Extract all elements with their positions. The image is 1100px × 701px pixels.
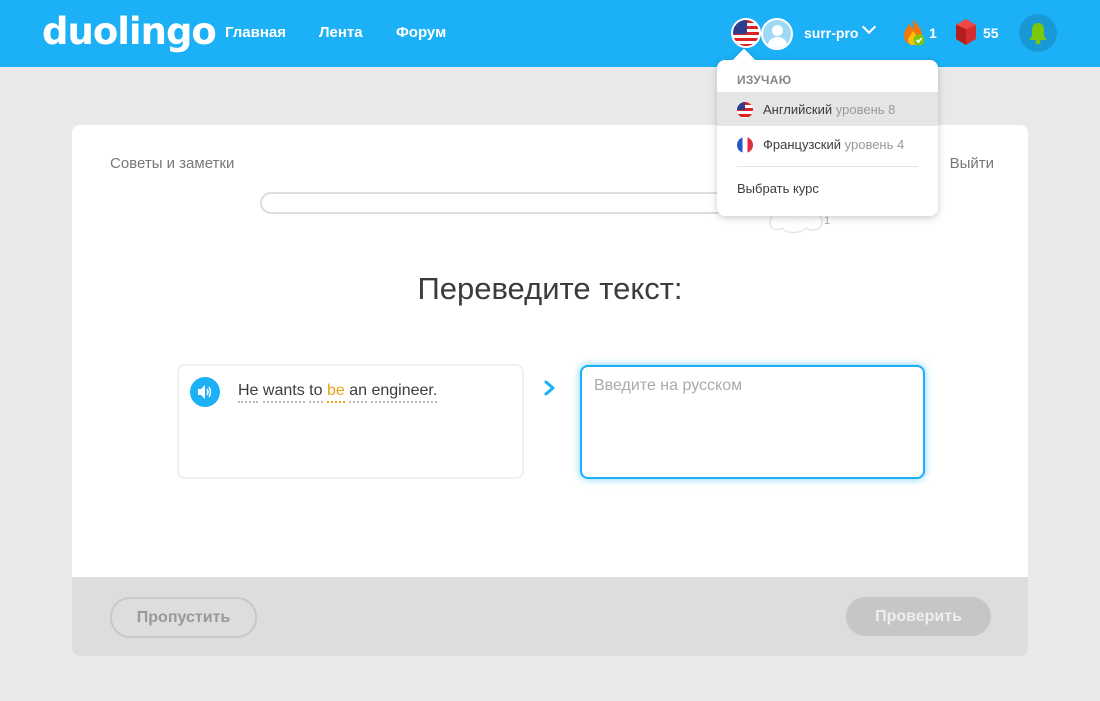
dropdown-header: ИЗУЧАЮ [737,73,792,87]
dropdown-divider [737,166,918,167]
answer-input[interactable] [580,365,925,479]
course-language: Английский [763,102,833,117]
progress-bar [260,192,780,214]
chevron-right-icon [544,380,555,396]
avatar-body [768,37,787,48]
source-sentence-box: He wants to be an engineer. [177,364,524,479]
streak-flame-icon[interactable] [900,17,926,47]
course-item-french[interactable]: Французский уровень 4 [717,127,938,161]
fr-flag-icon [737,137,753,153]
tips-link[interactable]: Советы и заметки [110,155,234,172]
us-flag-icon[interactable] [731,18,761,48]
skip-button[interactable]: Пропустить [110,597,257,638]
speaker-button[interactable] [190,377,220,407]
course-level: уровень 4 [844,137,905,152]
sentence-word[interactable]: to [309,382,323,403]
sentence-word[interactable]: wants [262,382,305,403]
speaker-icon [198,385,212,399]
chevron-down-icon[interactable] [861,19,877,35]
top-bar: duolingo Главная Лента Форум surr-pro 1 … [0,0,1100,67]
us-flag-icon [737,102,753,118]
course-label: Английский уровень 8 [763,102,895,117]
sentence-word-highlighted[interactable]: be [326,382,345,403]
course-item-english[interactable]: Английский уровень 8 [717,92,938,126]
sentence-word[interactable]: an [349,382,367,403]
choose-course-link[interactable]: Выбрать курс [737,181,819,196]
exit-link[interactable]: Выйти [950,155,994,172]
nav-forum[interactable]: Форум [396,24,446,41]
exercise-prompt: Переведите текст: [417,271,683,306]
course-language: Французский [763,137,841,152]
lesson-footer: Пропустить Проверить [72,577,1028,656]
avatar-head [772,25,783,36]
sentence-word[interactable]: He [238,382,259,403]
nav-home[interactable]: Главная [225,24,286,41]
course-level: уровень 8 [835,102,896,117]
check-button[interactable]: Проверить [846,597,991,636]
course-label: Французский уровень 4 [763,137,904,152]
progress-badge-count: 1 [824,215,830,227]
username[interactable]: surr-pro [804,25,858,41]
language-dropdown: ИЗУЧАЮ Английский уровень 8 Французский … [717,60,938,216]
bell-icon [1029,23,1047,45]
gems-count: 55 [983,25,999,41]
lingot-gem-icon[interactable] [954,17,978,47]
source-sentence: He wants to be an engineer. [238,382,438,403]
streak-count: 1 [929,25,937,41]
avatar[interactable] [761,18,793,50]
sentence-word[interactable]: engineer. [371,382,438,403]
nav-feed[interactable]: Лента [319,24,363,41]
notifications-button[interactable] [1019,14,1057,52]
duolingo-logo[interactable]: duolingo [42,10,217,53]
